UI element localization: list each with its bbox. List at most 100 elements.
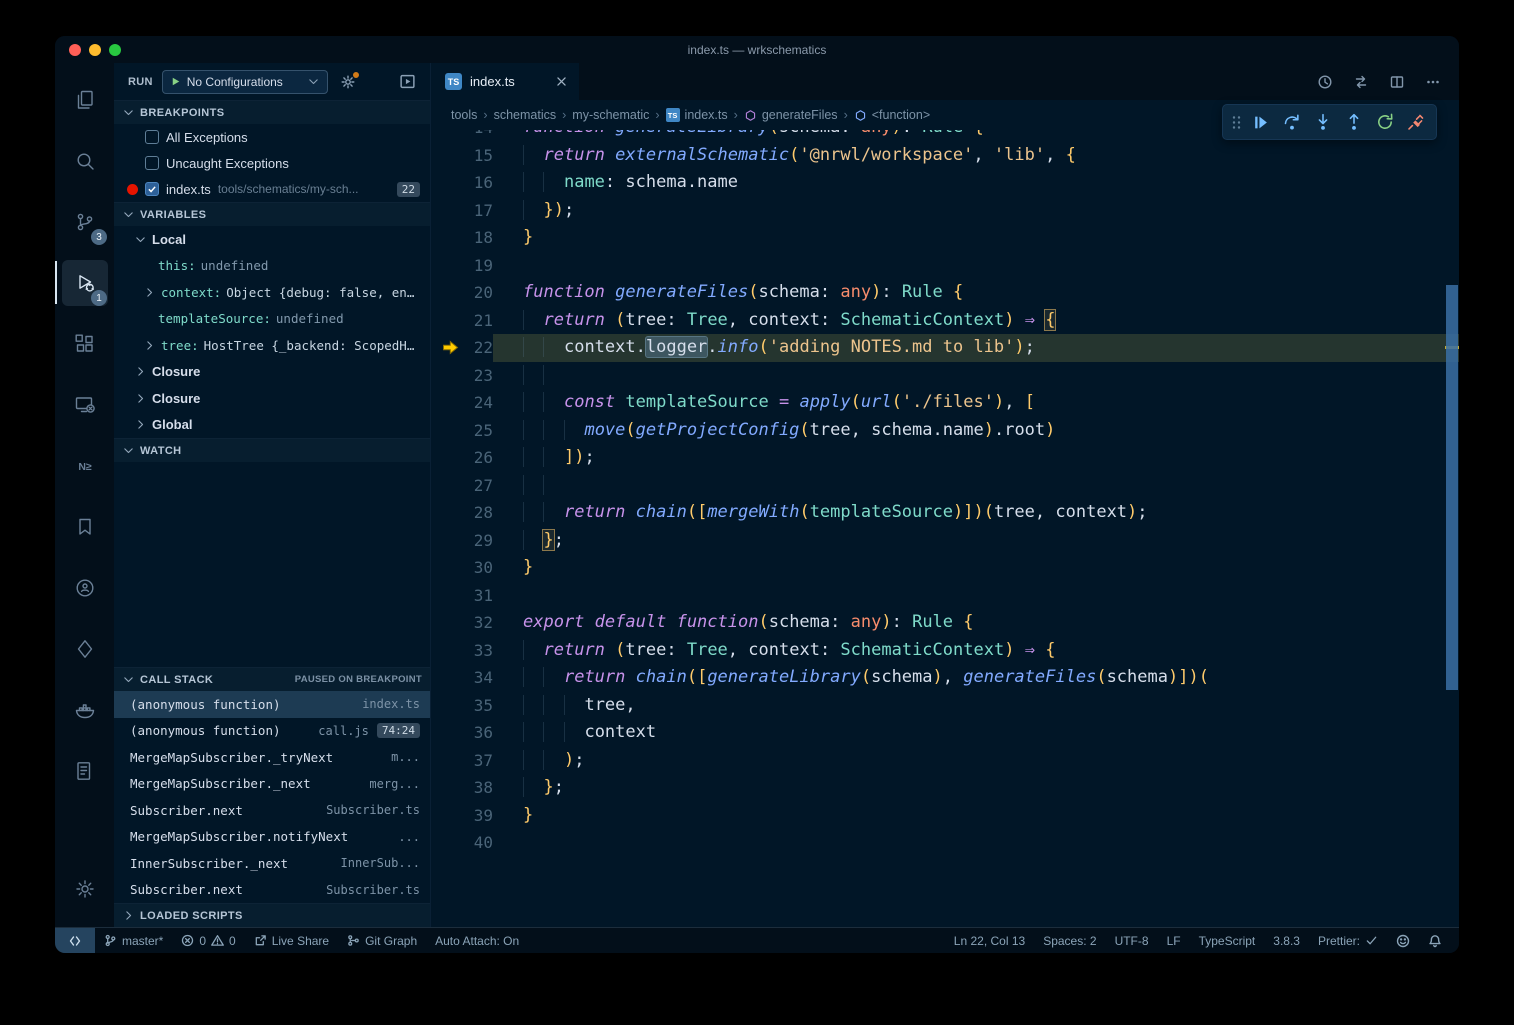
activity-item-nx-console[interactable]: N≥ bbox=[55, 435, 114, 496]
debug-settings-button[interactable] bbox=[337, 71, 359, 93]
variables-scope-local[interactable]: Local bbox=[114, 226, 430, 253]
code-line-27[interactable]: 27 bbox=[431, 472, 1459, 500]
activity-item-explorer[interactable] bbox=[55, 69, 114, 130]
variables-scope-global[interactable]: Global bbox=[114, 412, 430, 439]
call-stack-section-header[interactable]: CALL STACK PAUSED ON BREAKPOINT bbox=[114, 668, 430, 691]
status-language[interactable]: TypeScript bbox=[1190, 928, 1265, 953]
code-line-38[interactable]: 38 }; bbox=[431, 774, 1459, 802]
code-line-20[interactable]: 20function generateFiles(schema: any): R… bbox=[431, 279, 1459, 307]
code-line-18[interactable]: 18} bbox=[431, 224, 1459, 252]
code-line-29[interactable]: 29 }; bbox=[431, 527, 1459, 555]
code-line-25[interactable]: 25 move(getProjectConfig(tree, schema.na… bbox=[431, 417, 1459, 445]
breakpoint-checkbox[interactable] bbox=[145, 182, 159, 196]
variable-row[interactable]: context:Object {debug: false, en… bbox=[114, 279, 430, 306]
activity-item-extensions[interactable] bbox=[55, 313, 114, 374]
loaded-scripts-section-header[interactable]: LOADED SCRIPTS bbox=[114, 904, 430, 927]
code-editor[interactable]: 14function generateLibrary(schema: any):… bbox=[431, 130, 1459, 927]
status-git-branch[interactable]: master* bbox=[95, 928, 172, 953]
variable-row[interactable]: tree:HostTree {_backend: ScopedH… bbox=[114, 332, 430, 359]
status-feedback[interactable] bbox=[1387, 928, 1419, 953]
status-git-graph[interactable]: Git Graph bbox=[338, 928, 426, 953]
debug-disconnect-button[interactable] bbox=[1400, 107, 1431, 137]
breakpoint-item[interactable]: All Exceptions bbox=[114, 124, 430, 150]
breadcrumb-item-generatefiles[interactable]: generateFiles bbox=[744, 108, 838, 122]
variables-scope-closure[interactable]: Closure bbox=[114, 385, 430, 412]
close-tab-icon[interactable] bbox=[554, 74, 569, 89]
breakpoints-section-header[interactable]: BREAKPOINTS bbox=[114, 101, 430, 124]
activity-item-docker[interactable] bbox=[55, 679, 114, 740]
code-line-32[interactable]: 32export default function(schema: any): … bbox=[431, 609, 1459, 637]
close-window-button[interactable] bbox=[69, 44, 81, 56]
status-prettier[interactable]: Prettier: bbox=[1309, 928, 1387, 953]
code-line-23[interactable]: 23 bbox=[431, 362, 1459, 390]
activity-item-project-notes[interactable] bbox=[55, 740, 114, 801]
breadcrumb-item-index-ts[interactable]: TSindex.ts bbox=[666, 108, 728, 122]
activity-item-gitlens[interactable] bbox=[55, 618, 114, 679]
code-line-36[interactable]: 36 context bbox=[431, 719, 1459, 747]
status-indentation[interactable]: Spaces: 2 bbox=[1034, 928, 1105, 953]
minimize-window-button[interactable] bbox=[89, 44, 101, 56]
activity-item-search[interactable] bbox=[55, 130, 114, 191]
status-eol[interactable]: LF bbox=[1158, 928, 1190, 953]
split-editor-icon[interactable] bbox=[1389, 74, 1405, 90]
status-encoding[interactable]: UTF-8 bbox=[1106, 928, 1158, 953]
code-line-34[interactable]: 34 return chain([generateLibrary(schema)… bbox=[431, 664, 1459, 692]
variable-row[interactable]: this:undefined bbox=[114, 253, 430, 280]
breakpoint-checkbox[interactable] bbox=[145, 156, 159, 170]
code-line-22[interactable]: 22 context.logger.info('adding NOTES.md … bbox=[431, 334, 1459, 362]
code-line-35[interactable]: 35 tree, bbox=[431, 692, 1459, 720]
status-live-share[interactable]: Live Share bbox=[245, 928, 338, 953]
scrollbar-thumb[interactable] bbox=[1446, 285, 1458, 690]
status-auto-attach[interactable]: Auto Attach: On bbox=[426, 928, 528, 953]
debug-restart-button[interactable] bbox=[1369, 107, 1400, 137]
stack-frame[interactable]: MergeMapSubscriber.notifyNext... bbox=[114, 824, 430, 851]
activity-item-bookmarks[interactable] bbox=[55, 496, 114, 557]
breadcrumb-item-schematics[interactable]: schematics bbox=[494, 108, 557, 122]
variables-section-header[interactable]: VARIABLES bbox=[114, 203, 430, 226]
stack-frame[interactable]: (anonymous function)index.ts bbox=[114, 691, 430, 718]
stack-frame[interactable]: (anonymous function)call.js74:24 bbox=[114, 718, 430, 745]
settings-gear-button[interactable] bbox=[55, 858, 114, 919]
code-line-21[interactable]: 21 return (tree: Tree, context: Schemati… bbox=[431, 307, 1459, 335]
breakpoint-item[interactable]: Uncaught Exceptions bbox=[114, 150, 430, 176]
breadcrumb-item--function-[interactable]: <function> bbox=[854, 108, 930, 122]
code-line-28[interactable]: 28 return chain([mergeWith(templateSourc… bbox=[431, 499, 1459, 527]
code-line-19[interactable]: 19 bbox=[431, 252, 1459, 280]
activity-item-remote-explorer[interactable] bbox=[55, 374, 114, 435]
code-line-26[interactable]: 26 ]); bbox=[431, 444, 1459, 472]
variables-scope-closure[interactable]: Closure bbox=[114, 359, 430, 386]
activity-item-source-control[interactable]: 3 bbox=[55, 191, 114, 252]
breadcrumb-item-tools[interactable]: tools bbox=[451, 108, 477, 122]
stack-frame[interactable]: Subscriber.nextSubscriber.ts bbox=[114, 877, 430, 904]
code-line-15[interactable]: 15 return externalSchematic('@nrwl/works… bbox=[431, 142, 1459, 170]
status-ts-version[interactable]: 3.8.3 bbox=[1264, 928, 1309, 953]
breakpoint-item[interactable]: index.tstools/schematics/my-sch...22 bbox=[114, 176, 430, 202]
debug-step-over-button[interactable] bbox=[1276, 107, 1307, 137]
status-problems[interactable]: 00 bbox=[172, 928, 244, 953]
activity-item-live-share[interactable] bbox=[55, 557, 114, 618]
code-line-24[interactable]: 24 const templateSource = apply(url('./f… bbox=[431, 389, 1459, 417]
status-cursor-position[interactable]: Ln 22, Col 13 bbox=[945, 928, 1034, 953]
code-line-31[interactable]: 31 bbox=[431, 582, 1459, 610]
stack-frame[interactable]: MergeMapSubscriber._nextmerg... bbox=[114, 771, 430, 798]
stack-frame[interactable]: Subscriber.nextSubscriber.ts bbox=[114, 797, 430, 824]
stack-frame[interactable]: InnerSubscriber._nextInnerSub... bbox=[114, 850, 430, 877]
code-line-17[interactable]: 17 }); bbox=[431, 197, 1459, 225]
editor-scrollbar[interactable] bbox=[1445, 130, 1459, 927]
code-line-37[interactable]: 37 ); bbox=[431, 747, 1459, 775]
open-debug-console-button[interactable] bbox=[396, 71, 418, 93]
code-line-30[interactable]: 30} bbox=[431, 554, 1459, 582]
zoom-window-button[interactable] bbox=[109, 44, 121, 56]
stack-frame[interactable]: MergeMapSubscriber._tryNextm... bbox=[114, 744, 430, 771]
debug-step-out-button[interactable] bbox=[1338, 107, 1369, 137]
code-line-40[interactable]: 40 bbox=[431, 829, 1459, 857]
watch-section-header[interactable]: WATCH bbox=[114, 439, 430, 462]
code-line-16[interactable]: 16 name: schema.name bbox=[431, 169, 1459, 197]
file-history-icon[interactable] bbox=[1317, 74, 1333, 90]
activity-item-run-and-debug[interactable]: 1 bbox=[55, 252, 114, 313]
debug-toolbar-gripper[interactable] bbox=[1228, 114, 1245, 131]
debug-step-into-button[interactable] bbox=[1307, 107, 1338, 137]
more-actions-icon[interactable] bbox=[1425, 74, 1441, 90]
debug-config-dropdown[interactable]: No Configurations bbox=[162, 70, 328, 94]
open-changes-icon[interactable] bbox=[1353, 74, 1369, 90]
